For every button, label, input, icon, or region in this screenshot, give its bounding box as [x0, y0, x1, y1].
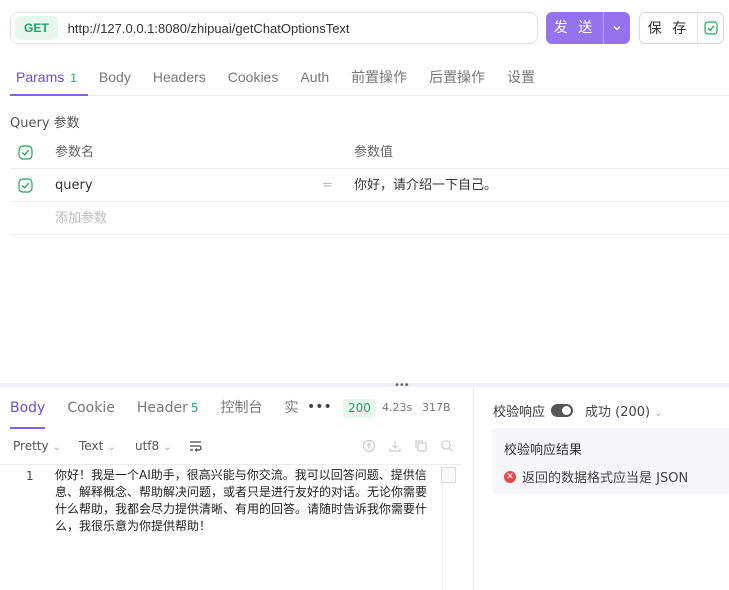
search-icon[interactable]	[440, 439, 454, 453]
validate-result-message: ✕ 返回的数据格式应当是 JSON	[504, 467, 688, 486]
check-square-icon	[703, 21, 718, 35]
validate-result-box: 校验响应结果 ✕ 返回的数据格式应当是 JSON	[492, 428, 729, 494]
method-select[interactable]: GET	[15, 16, 58, 40]
equals-sign: =	[322, 178, 333, 193]
tab-post-script[interactable]: 后置操作	[418, 58, 496, 95]
save-button[interactable]: 保 存	[640, 18, 697, 38]
params-table: 参数名 参数值 query = 你好，请介绍一下自己。 添加参数	[10, 136, 729, 235]
wrap-lines-icon[interactable]	[188, 438, 203, 456]
validate-label: 校验响应	[493, 405, 546, 420]
param-name-input[interactable]: query	[55, 169, 93, 202]
tab-response-header[interactable]: Header 5	[137, 393, 199, 423]
validate-response-panel: 校验响应 成功 (200) ⌄ 校验响应结果 ✕ 返回的数据格式应当是 JSON	[473, 387, 729, 590]
send-button-group: 发 送	[546, 12, 630, 44]
chevron-down-icon: ⌄	[163, 442, 172, 453]
check-square-icon	[18, 178, 33, 193]
response-body-text: 你好！我是一个AI助手，很高兴能与你交流。我可以回答问题、提供信息、解释概念、帮…	[55, 468, 428, 533]
validate-status-select[interactable]: 成功 (200) ⌄	[585, 401, 662, 420]
validate-toggle[interactable]	[551, 404, 574, 417]
query-params-title: Query 参数	[10, 116, 80, 131]
download-icon[interactable]	[388, 439, 402, 453]
tab-actual-request[interactable]: 实	[285, 393, 299, 423]
params-count-badge: 1	[70, 71, 77, 85]
response-tabs: Body Cookie Header 5 控制台 实	[10, 393, 321, 429]
share-icon[interactable]	[362, 439, 376, 453]
check-square-icon	[18, 145, 33, 160]
column-header-value: 参数值	[354, 145, 394, 160]
tab-settings[interactable]: 设置	[496, 58, 546, 95]
tab-response-cookie[interactable]: Cookie	[67, 393, 115, 423]
error-icon: ✕	[504, 470, 516, 483]
column-header-name: 参数名	[55, 145, 95, 160]
status-badge: 200	[343, 399, 376, 418]
param-row: query = 你好，请介绍一下自己。	[10, 169, 729, 202]
response-size: 317B	[422, 401, 451, 414]
toolbar-actions	[362, 439, 454, 453]
copy-icon[interactable]	[414, 439, 428, 453]
tab-response-body[interactable]: Body	[10, 393, 46, 429]
tab-pre-script[interactable]: 前置操作	[340, 58, 418, 95]
url-bar[interactable]: GET http://127.0.0.1:8080/zhipuai/getCha…	[10, 12, 538, 44]
chevron-down-icon: ⌄	[107, 442, 116, 453]
chevron-down-icon	[613, 26, 621, 31]
tab-auth[interactable]: Auth	[289, 58, 340, 95]
line-number: 1	[26, 469, 34, 483]
tab-body[interactable]: Body	[88, 58, 142, 95]
select-all-checkbox[interactable]	[18, 145, 33, 164]
format-select[interactable]: Pretty ⌄	[13, 439, 61, 453]
code-scrollbar[interactable]	[441, 467, 456, 483]
header-count-badge: 5	[190, 401, 199, 415]
content-type-select[interactable]: Text ⌄	[79, 439, 116, 453]
validate-toggle-row: 校验响应	[493, 401, 574, 420]
tab-params[interactable]: Params 1	[10, 58, 88, 96]
tab-console[interactable]: 控制台	[221, 393, 263, 423]
add-param-input[interactable]: 添加参数	[55, 202, 107, 235]
tab-cookies[interactable]: Cookies	[217, 58, 290, 95]
param-enabled-checkbox[interactable]	[18, 178, 33, 197]
encoding-select[interactable]: utf8 ⌄	[135, 439, 172, 453]
more-tabs-icon[interactable]: •••	[307, 399, 332, 415]
response-panel: Body Cookie Header 5 控制台 实 ••• 200 4.23s …	[0, 387, 472, 590]
chevron-down-icon: ⌄	[654, 408, 663, 419]
save-status[interactable]	[697, 13, 723, 43]
save-button-group: 保 存	[639, 12, 724, 44]
validate-result-title: 校验响应结果	[504, 443, 583, 458]
chevron-down-icon: ⌄	[52, 442, 61, 453]
request-tabs: Params 1 Body Headers Cookies Auth 前置操作 后…	[10, 58, 729, 96]
send-options-dropdown[interactable]	[603, 12, 630, 44]
response-body-viewer[interactable]: 1 你好！我是一个AI助手，很高兴能与你交流。我可以回答问题、提供信息、解释概念…	[0, 467, 456, 590]
response-time: 4.23s	[382, 401, 413, 414]
tab-headers[interactable]: Headers	[142, 58, 217, 95]
send-button[interactable]: 发 送	[546, 12, 603, 44]
param-value-input[interactable]: 你好，请介绍一下自己。	[354, 169, 497, 202]
response-toolbar: Pretty ⌄ Text ⌄ utf8 ⌄	[0, 429, 462, 465]
add-param-row: 添加参数	[10, 202, 729, 235]
url-input[interactable]: http://127.0.0.1:8080/zhipuai/getChatOpt…	[68, 21, 350, 36]
params-header-row: 参数名 参数值	[10, 136, 729, 169]
